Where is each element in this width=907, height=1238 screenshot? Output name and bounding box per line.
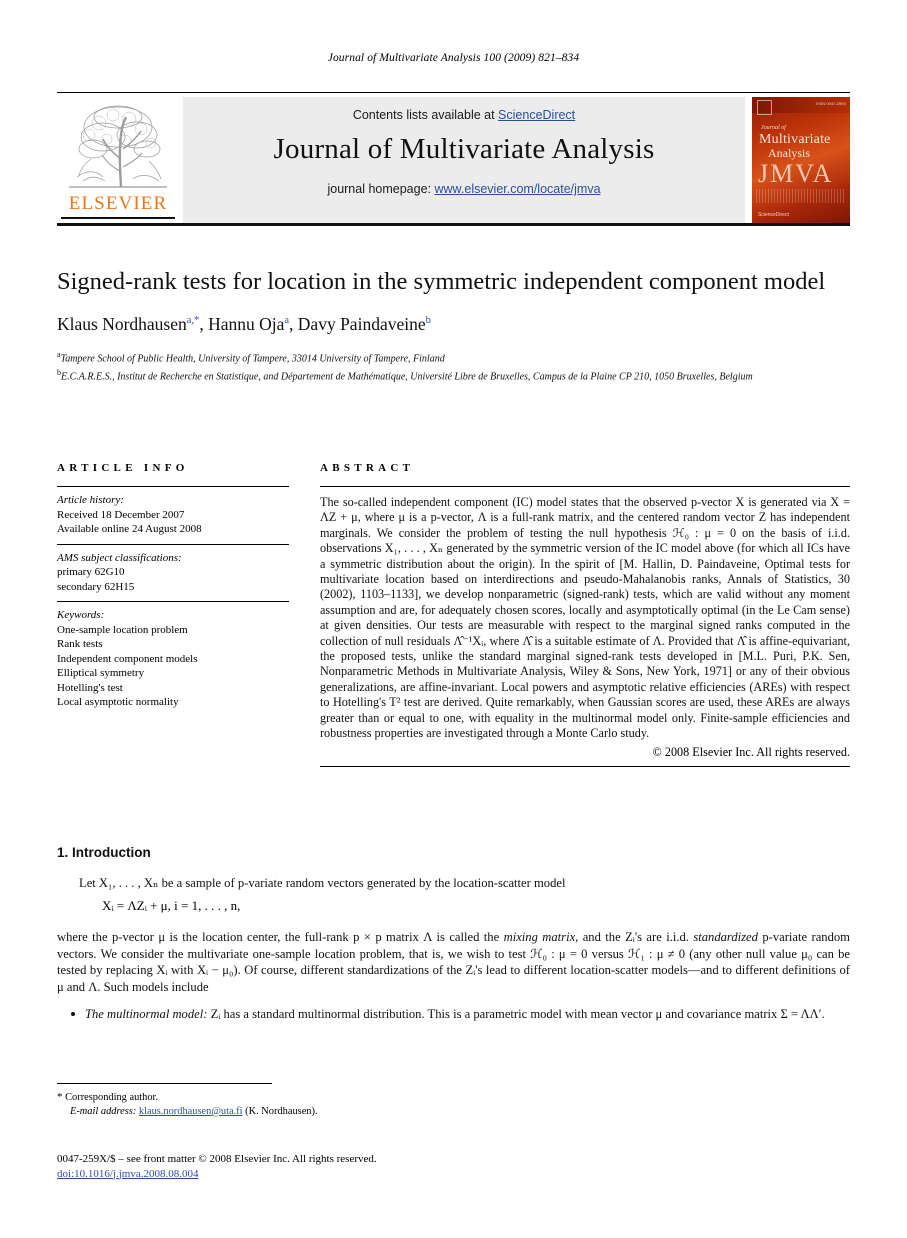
abstract-copyright: © 2008 Elsevier Inc. All rights reserved… xyxy=(652,744,850,759)
elsevier-wordmark: ELSEVIER xyxy=(68,193,168,214)
contents-prefix: Contents lists available at xyxy=(352,108,499,122)
article-history-item: Received 18 December 2007 xyxy=(57,508,185,521)
keyword-item: Hotelling's test xyxy=(57,681,123,694)
footnote-block: * Corresponding author. E-mail address: … xyxy=(57,1090,507,1119)
page-title: Signed-rank tests for location in the sy… xyxy=(57,268,826,295)
corresponding-author-line: * Corresponding author. xyxy=(57,1090,507,1105)
author-name: Hannu Oja xyxy=(208,314,285,334)
keyword-item: Local asymptotic normality xyxy=(57,696,179,708)
email-link[interactable]: klaus.nordhausen@uta.fi xyxy=(139,1106,243,1117)
affiliation-text: Tampere School of Public Health, Univers… xyxy=(60,353,445,365)
affiliation-list: aTampere School of Public Health, Univer… xyxy=(57,348,850,384)
body-paragraph: where the p-vector μ is the location cen… xyxy=(57,929,850,995)
contents-line: Contents lists available at ScienceDirec… xyxy=(183,108,745,122)
elsevier-underline xyxy=(61,217,175,219)
email-line: E-mail address: klaus.nordhausen@uta.fi … xyxy=(57,1105,507,1119)
doi-link[interactable]: doi:10.1016/j.jmva.2008.08.004 xyxy=(57,1168,198,1180)
author-name: Davy Paindaveine xyxy=(297,314,426,334)
masthead-top-rule xyxy=(57,92,850,93)
cover-badge-icon xyxy=(757,100,772,115)
article-info-column: Article history: Received 18 December 20… xyxy=(57,484,289,710)
article-info-heading: ARTICLE INFO xyxy=(57,462,189,474)
title-block: Signed-rank tests for location in the sy… xyxy=(57,266,850,384)
author-name: Klaus Nordhausen xyxy=(57,314,187,334)
keyword-item: Rank tests xyxy=(57,638,103,650)
ams-item: primary 62G10 xyxy=(57,566,125,578)
info-abstract-section: ARTICLE INFO ABSTRACT Article history: R… xyxy=(57,462,850,844)
abstract-heading: ABSTRACT xyxy=(320,462,415,474)
keyword-item: One-sample location problem xyxy=(57,623,188,636)
corresponding-author-text: Corresponding author. xyxy=(65,1092,159,1103)
abstract-bottom-rule xyxy=(320,765,850,767)
masthead-panel: Contents lists available at ScienceDirec… xyxy=(183,97,745,223)
ams-item: secondary 62H15 xyxy=(57,580,135,593)
bullet-dot-icon xyxy=(71,1012,75,1017)
journal-cover-thumbnail: ISSN 0047-259X Journal of Multivariate A… xyxy=(752,97,850,223)
footnote-rule xyxy=(57,1083,272,1084)
email-label: E-mail address: xyxy=(70,1106,137,1117)
abstract-column: The so-called independent component (IC)… xyxy=(320,484,850,767)
keywords-label: Keywords: xyxy=(57,609,105,621)
email-owner: (K. Nordhausen). xyxy=(245,1106,318,1117)
keywords-block: Keywords: One-sample location problem Ra… xyxy=(57,602,289,710)
cover-issn: ISSN 0047-259X xyxy=(815,101,846,106)
cover-sciencedirect: ScienceDirect xyxy=(758,212,789,218)
homepage-prefix: journal homepage: xyxy=(327,182,435,196)
ams-label: AMS subject classifications: xyxy=(57,551,182,564)
introduction-section: 1. Introduction Let X₁, . . . , Xₙ be a … xyxy=(57,845,850,1022)
elsevier-logo: ELSEVIER xyxy=(57,97,179,223)
model-bullet-list: The multinormal model: Zᵢ has a standard… xyxy=(57,1006,850,1022)
cover-acronym: JMVA xyxy=(758,159,834,188)
list-item-emphasis: The multinormal model: xyxy=(85,1007,208,1022)
article-history-label: Article history: xyxy=(57,494,124,506)
cover-stripes xyxy=(756,189,846,203)
paragraph-segment: , and the Zᵢ's are i.i.d. xyxy=(575,930,694,945)
elsevier-tree-icon xyxy=(69,105,167,188)
body-paragraph: Let X₁, . . . , Xₙ be a sample of p-vari… xyxy=(79,876,566,890)
page-footer: 0047-259X/$ – see front matter © 2008 El… xyxy=(57,1152,557,1181)
author-affiliation-marker: a xyxy=(284,315,290,327)
cover-journal-of: Journal of xyxy=(761,125,786,131)
affiliation-item: aTampere School of Public Health, Univer… xyxy=(57,348,850,366)
asterisk-icon: * xyxy=(57,1091,63,1103)
abstract-text: The so-called independent component (IC)… xyxy=(320,495,850,741)
article-history-item: Available online 24 August 2008 xyxy=(57,523,202,535)
paragraph-emphasis: mixing matrix xyxy=(503,930,576,945)
masthead-bottom-rule xyxy=(57,223,850,226)
list-item-text: Zᵢ has a standard multinormal distributi… xyxy=(207,1007,825,1022)
ams-classification-block: AMS subject classifications: primary 62G… xyxy=(57,545,289,602)
article-page: Journal of Multivariate Analysis 100 (20… xyxy=(0,0,907,1238)
front-matter-line: 0047-259X/$ – see front matter © 2008 El… xyxy=(57,1153,377,1165)
author-affiliation-marker: a,* xyxy=(186,315,200,327)
affiliation-text: E.C.A.R.E.S., Institut de Recherche en S… xyxy=(61,371,753,383)
list-item: The multinormal model: Zᵢ has a standard… xyxy=(71,1006,850,1022)
article-history-block: Article history: Received 18 December 20… xyxy=(57,487,289,544)
display-equation: Xᵢ = ΛZᵢ + μ, i = 1, . . . , n, xyxy=(102,898,241,914)
homepage-line: journal homepage: www.elsevier.com/locat… xyxy=(183,182,745,196)
paragraph-segment: where the p-vector μ is the location cen… xyxy=(57,930,504,945)
author-list: Klaus Nordhausena,*, Hannu Ojaa, Davy Pa… xyxy=(57,314,431,334)
paragraph-emphasis: standardized xyxy=(693,930,758,945)
keyword-item: Independent component models xyxy=(57,652,198,665)
section-heading: 1. Introduction xyxy=(57,845,151,860)
running-head: Journal of Multivariate Analysis 100 (20… xyxy=(327,52,580,64)
sciencedirect-link[interactable]: ScienceDirect xyxy=(498,108,575,122)
journal-homepage-link[interactable]: www.elsevier.com/locate/jmva xyxy=(435,182,601,196)
journal-masthead: ELSEVIER Contents lists available at Sci… xyxy=(57,92,850,226)
author-affiliation-marker: b xyxy=(425,315,431,327)
journal-title: Journal of Multivariate Analysis xyxy=(273,133,655,165)
affiliation-item: bE.C.A.R.E.S., Institut de Recherche en … xyxy=(57,366,850,384)
keyword-item: Elliptical symmetry xyxy=(57,667,145,679)
